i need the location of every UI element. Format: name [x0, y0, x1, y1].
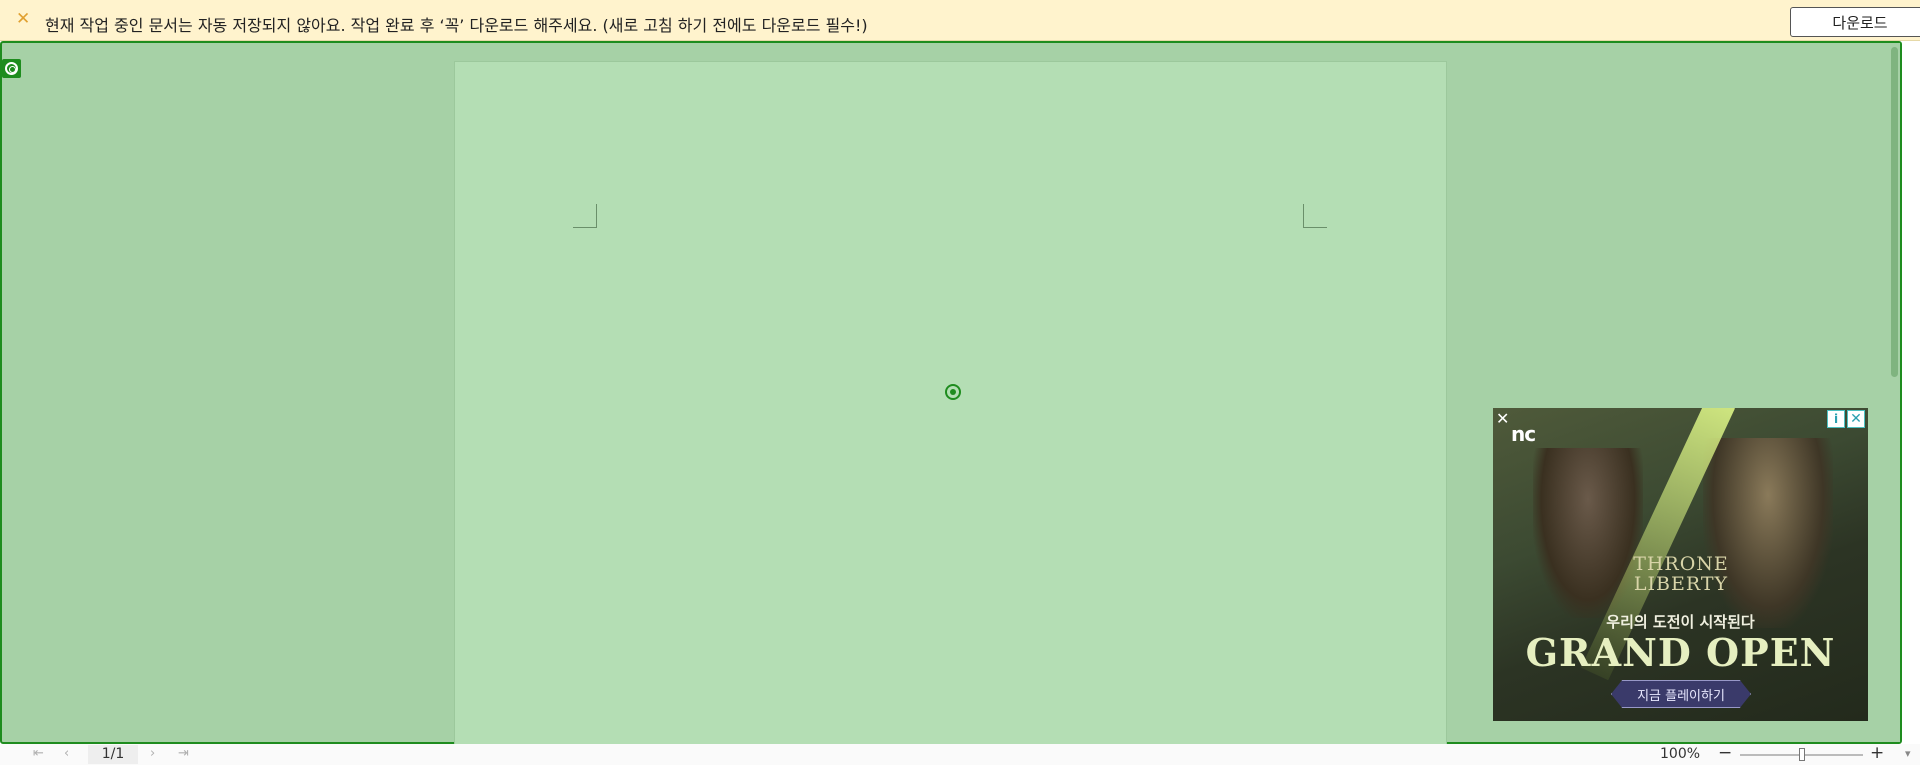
advertisement-banner[interactable]: ✕ nc i ✕ THRONE LIBERTY 우리의 도전이 시작된다 GRA…	[1493, 408, 1868, 721]
prev-page-icon[interactable]: ‹	[64, 746, 69, 761]
last-page-icon[interactable]: ⇥	[178, 746, 189, 761]
margin-corner-top-left	[573, 204, 597, 228]
ad-logo-line1: THRONE	[1633, 553, 1729, 575]
ad-headline: GRAND OPEN	[1525, 630, 1836, 675]
zoom-slider[interactable]	[1740, 748, 1863, 761]
margin-corner-top-right	[1303, 204, 1327, 228]
document-page[interactable]	[454, 61, 1447, 746]
zoom-out-button[interactable]: −	[1718, 743, 1732, 763]
ad-info-icon[interactable]: i	[1827, 410, 1845, 428]
scrollbar-thumb[interactable]	[1891, 47, 1898, 377]
ad-dismiss-icon[interactable]: ✕	[1847, 410, 1865, 428]
ad-play-now-button[interactable]: 지금 플레이하기	[1611, 680, 1751, 708]
autosave-warning-text: 현재 작업 중인 문서는 자동 저장되지 않아요. 작업 완료 후 ‘꼭’ 다운…	[45, 16, 868, 35]
zoom-level: 100%	[1660, 746, 1701, 762]
target-icon[interactable]	[2, 59, 21, 78]
chevron-down-icon[interactable]: ▾	[1905, 747, 1911, 760]
status-bar: ⇤ ‹ 1/1 › ⇥ 100% − + ▾	[0, 743, 1920, 765]
page-indicator: 1/1	[88, 745, 138, 764]
ad-tagline: 우리의 도전이 시작된다	[1606, 613, 1755, 631]
next-page-icon[interactable]: ›	[150, 746, 155, 761]
ad-character-right	[1703, 438, 1833, 628]
download-button[interactable]: 다운로드	[1790, 7, 1920, 37]
vertical-scrollbar[interactable]	[1889, 43, 1900, 742]
ad-game-logo: THRONE LIBERTY	[1621, 554, 1741, 594]
zoom-in-button[interactable]: +	[1870, 743, 1884, 763]
zoom-slider-handle[interactable]	[1798, 748, 1805, 761]
ad-logo-line2: LIBERTY	[1633, 573, 1729, 595]
first-page-icon[interactable]: ⇤	[33, 746, 44, 761]
close-notice-icon[interactable]: ✕	[16, 11, 30, 28]
ad-close-icon[interactable]: ✕	[1496, 409, 1509, 428]
ad-brand-logo: nc	[1511, 422, 1536, 446]
autosave-notice-bar: ✕ 현재 작업 중인 문서는 자동 저장되지 않아요. 작업 완료 후 ‘꼭’ …	[0, 0, 1920, 41]
crosshair-icon	[945, 384, 961, 400]
